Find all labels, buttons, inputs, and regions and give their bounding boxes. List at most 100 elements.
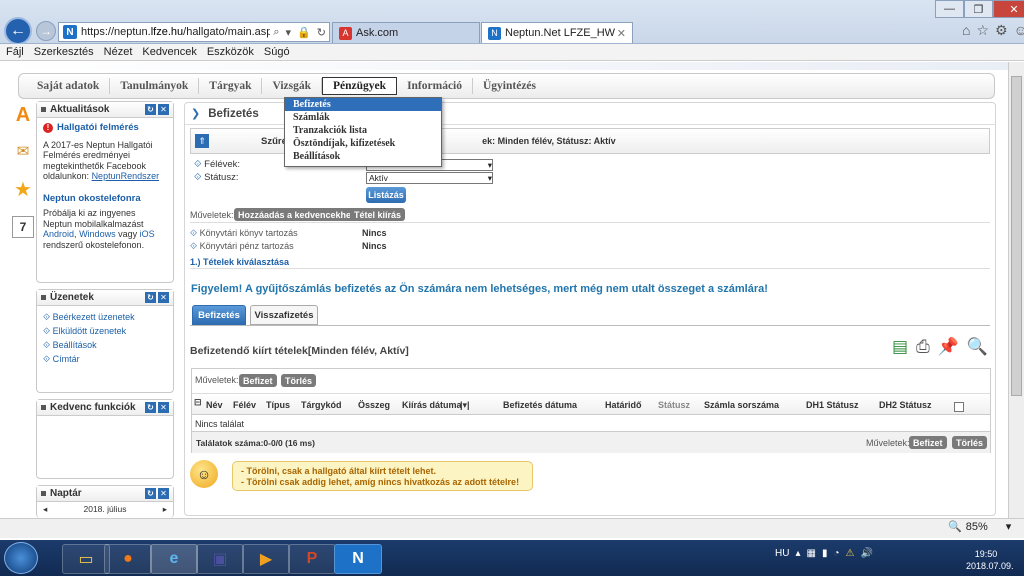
col-targykod[interactable]: Tárgykód <box>301 400 342 410</box>
delete-button[interactable]: Törlés <box>281 374 317 387</box>
save-taskbar-icon[interactable]: ▣ <box>196 544 244 574</box>
network-icon[interactable]: ▦ <box>806 548 815 559</box>
dropdown-item-osztondijak[interactable]: Ösztöndíjak, kifizetések <box>285 137 441 150</box>
col-felev[interactable]: Félév <box>233 400 256 410</box>
battery-icon[interactable]: ▮ <box>822 548 828 559</box>
col-nev[interactable]: Név <box>206 400 223 410</box>
pay-button[interactable]: Befizet <box>239 374 277 387</box>
menu-help[interactable]: Súgó <box>264 46 290 58</box>
refresh-icon[interactable]: ↻ <box>145 104 156 115</box>
nav-informacio[interactable]: Információ <box>397 78 473 94</box>
messages-link-settings[interactable]: ⟐ Beállítások <box>43 338 167 352</box>
printer-icon[interactable]: ⎙ <box>916 337 930 357</box>
column-toggle-icon[interactable]: ⊟ <box>194 397 202 408</box>
nav-penzugyek[interactable]: Pénzügyek <box>322 77 398 95</box>
search-icon[interactable]: ⌕ <box>270 26 282 39</box>
clock[interactable]: 19:50 2018.07.09. <box>966 548 1014 572</box>
back-button[interactable]: ← <box>4 17 32 45</box>
firefox-taskbar-icon[interactable]: ● <box>104 544 152 574</box>
excel-export-icon[interactable]: ▤ <box>892 337 908 357</box>
dropdown-item-szamlak[interactable]: Számlák <box>285 111 441 124</box>
col-statusz[interactable]: Státusz <box>658 400 690 410</box>
col-dh1-statusz[interactable]: DH1 Státusz <box>806 400 859 410</box>
dropdown-item-tranzakciok[interactable]: Tranzakciók lista <box>285 124 441 137</box>
close-tab-icon[interactable]: ✕ <box>617 27 626 40</box>
sort-icon[interactable]: |▾| <box>460 400 470 411</box>
maximize-button[interactable]: ❐ <box>964 0 993 18</box>
warning-icon[interactable]: ⚠ <box>846 548 855 559</box>
messages-link-directory[interactable]: ⟐ Címtár <box>43 352 167 366</box>
gear-icon[interactable]: ⚙ <box>995 22 1008 39</box>
dropdown-item-beallitasok[interactable]: Beállítások <box>285 150 441 163</box>
vertical-scrollbar[interactable] <box>1008 62 1024 518</box>
magnifier-icon[interactable]: 🔍 <box>967 337 988 357</box>
dropdown-icon[interactable]: ▾ <box>283 26 295 39</box>
nav-vizsgak[interactable]: Vizsgák <box>262 78 323 94</box>
windows-link[interactable]: Windows <box>79 229 116 239</box>
print-item-button[interactable]: Tétel kiírás <box>350 208 406 221</box>
menu-file[interactable]: Fájl <box>6 46 24 58</box>
messages-link-sent[interactable]: ⟐ Elküldött üzenetek <box>43 324 167 338</box>
close-icon[interactable]: ✕ <box>158 292 169 303</box>
footer-pay-button[interactable]: Befizet <box>909 436 947 449</box>
refresh-icon[interactable]: ↻ <box>145 488 156 499</box>
star-icon[interactable]: ★ <box>12 178 34 201</box>
scroll-thumb[interactable] <box>1011 76 1022 396</box>
col-kiiras-datuma[interactable]: Kiírás dátuma <box>402 400 462 410</box>
zoom-control[interactable]: 🔍 85% ▾ <box>948 520 1012 534</box>
menu-view[interactable]: Nézet <box>104 46 133 58</box>
neptun-taskbar-icon[interactable]: N <box>334 544 382 574</box>
android-link[interactable]: Android <box>43 229 74 239</box>
home-icon[interactable]: ⌂ <box>962 22 970 39</box>
refresh-icon[interactable]: ↻ <box>314 26 329 39</box>
messages-link-inbox[interactable]: ⟐ Beérkezett üzenetek <box>43 310 167 324</box>
ios-link[interactable]: iOS <box>140 229 155 239</box>
col-tipus[interactable]: Típus <box>266 400 290 410</box>
refresh-icon[interactable]: ↻ <box>145 292 156 303</box>
nav-targyak[interactable]: Tárgyak <box>199 78 263 94</box>
star-icon[interactable]: ☆ <box>976 22 989 39</box>
select-all-checkbox[interactable] <box>954 402 964 412</box>
close-icon[interactable]: ✕ <box>158 104 169 115</box>
forward-button[interactable]: → <box>36 21 56 41</box>
menu-favorites[interactable]: Kedvencek <box>142 46 196 58</box>
menu-tools[interactable]: Eszközök <box>207 46 254 58</box>
volume-icon[interactable]: 🔊 <box>860 548 872 559</box>
explorer-taskbar-icon[interactable]: ▭ <box>62 544 110 574</box>
smiley-icon[interactable]: ☺ <box>1014 22 1024 39</box>
tab-befizetes[interactable]: Befizetés <box>192 305 246 325</box>
col-hatarido[interactable]: Határidő <box>605 400 642 410</box>
minimize-button[interactable]: — <box>935 0 964 18</box>
pin-icon[interactable]: 📌 <box>938 337 959 357</box>
powerpoint-taskbar-icon[interactable]: P <box>288 544 336 574</box>
chevron-up-icon[interactable]: ▴ <box>795 548 800 559</box>
next-month-icon[interactable]: ▸ <box>163 504 167 515</box>
browser-tab-neptun[interactable]: N Neptun.Net LFZE_HW ✕ <box>481 22 633 43</box>
col-osszeg[interactable]: Összeg <box>358 400 390 410</box>
font-size-icon[interactable]: A <box>12 104 34 126</box>
footer-delete-button[interactable]: Törlés <box>952 436 988 449</box>
tab-visszafizetes[interactable]: Visszafizetés <box>250 305 318 325</box>
prev-month-icon[interactable]: ◂ <box>43 504 47 515</box>
wifi-icon[interactable]: ◔ <box>833 548 839 559</box>
close-icon[interactable]: ✕ <box>158 488 169 499</box>
nav-tanulmanyok[interactable]: Tanulmányok <box>110 78 200 94</box>
chevron-down-icon[interactable]: ▾ <box>1006 520 1012 533</box>
media-taskbar-icon[interactable]: ▶ <box>242 544 290 574</box>
close-icon[interactable]: ✕ <box>158 402 169 413</box>
close-window-button[interactable]: ✕ <box>993 0 1024 18</box>
refresh-icon[interactable]: ↻ <box>145 402 156 413</box>
col-befizetes-datuma[interactable]: Befizetés dátuma <box>503 400 577 410</box>
dropdown-item-befizetes[interactable]: Befizetés <box>285 98 441 111</box>
col-dh2-statusz[interactable]: DH2 Státusz <box>879 400 932 410</box>
browser-tab-ask[interactable]: A Ask.com <box>332 22 480 43</box>
address-bar[interactable]: N https://neptun.lfze.hu/hallgato/main.a… <box>58 22 330 42</box>
col-szamla-sorszama[interactable]: Számla sorszáma <box>704 400 779 410</box>
nav-sajat-adatok[interactable]: Saját adatok <box>27 78 111 94</box>
nav-ugyintezes[interactable]: Ügyintézés <box>473 78 546 94</box>
statusz-select[interactable]: Aktív ▾ <box>366 172 493 184</box>
list-button[interactable]: Listázás <box>366 187 406 203</box>
start-button[interactable] <box>4 542 38 574</box>
ie-taskbar-icon[interactable]: e <box>150 544 198 574</box>
menu-edit[interactable]: Szerkesztés <box>34 46 94 58</box>
